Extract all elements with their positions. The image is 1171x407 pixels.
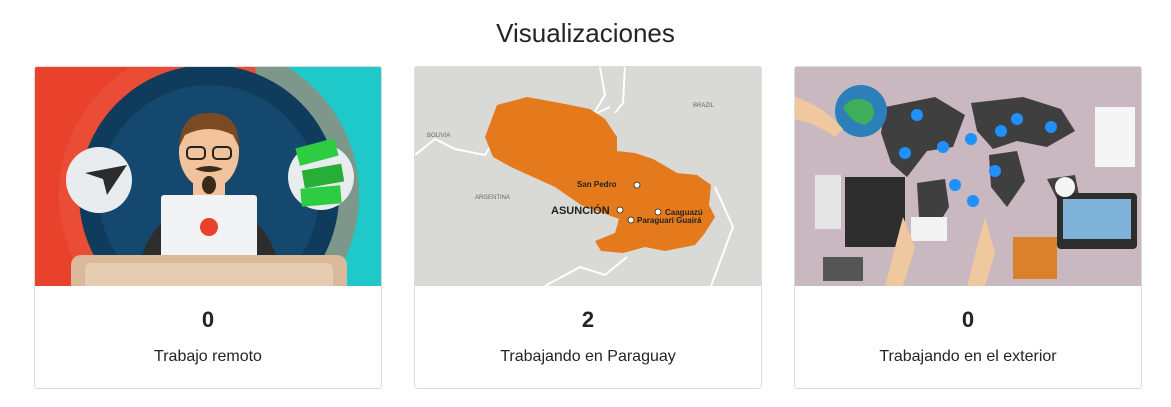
card-count: 0 <box>201 307 215 332</box>
card-paraguay[interactable]: BOLIVIA BRAZIL ARGENTINA San Pedro ASUNC… <box>414 66 762 389</box>
world-business-illustration <box>795 67 1141 286</box>
card-label: Trabajando en el exterior <box>879 348 1057 365</box>
label-argentina: ARGENTINA <box>475 195 510 201</box>
card-count: 0 <box>961 307 975 332</box>
label-san-pedro: San Pedro <box>577 180 617 189</box>
label-bolivia: BOLIVIA <box>427 133 450 139</box>
card-remote-work[interactable]: 0 Trabajo remoto <box>34 66 382 389</box>
card-label: Trabajo remoto <box>154 348 262 365</box>
label-brazil: BRAZIL <box>693 103 715 109</box>
card-label: Trabajando en Paraguay <box>500 348 676 365</box>
label-paraguari-guaira: Paraguarí Guairá <box>637 216 702 225</box>
card-count: 2 <box>581 307 595 332</box>
section-title: Visualizaciones <box>496 18 675 48</box>
card-abroad[interactable]: 0 Trabajando en el exterior <box>794 66 1142 389</box>
paraguay-map-illustration: BOLIVIA BRAZIL ARGENTINA San Pedro ASUNC… <box>415 67 761 286</box>
label-asuncion: ASUNCIÓN <box>551 204 610 217</box>
remote-worker-illustration <box>35 67 381 286</box>
